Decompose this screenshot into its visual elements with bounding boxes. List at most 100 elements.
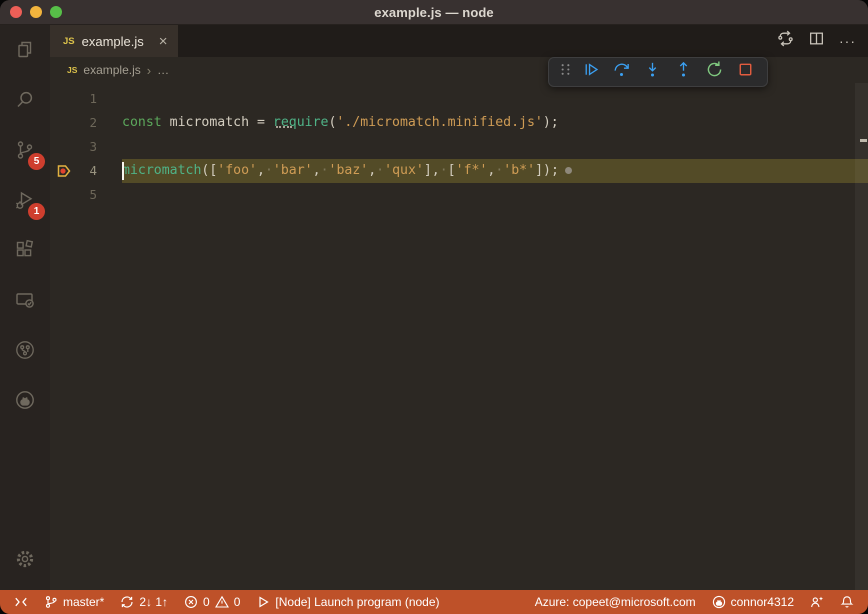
debug-toolbar (548, 57, 768, 87)
gear-icon (13, 547, 37, 571)
open-changes-button[interactable] (777, 30, 794, 52)
code-token: ], (424, 163, 440, 178)
more-actions-label: ··· (839, 33, 856, 49)
tab-example-js[interactable]: JS example.js × (50, 25, 178, 57)
zoom-button[interactable] (50, 6, 62, 18)
error-icon (184, 595, 198, 609)
minimize-button[interactable] (30, 6, 42, 18)
editor-actions: ··· (777, 25, 868, 57)
debug-step-out-button[interactable] (668, 59, 699, 85)
code-token: · (265, 163, 273, 178)
debug-stop-button[interactable] (730, 59, 761, 85)
activity-item-explorer[interactable] (0, 25, 50, 75)
breadcrumb-file[interactable]: example.js (83, 63, 140, 77)
code-token: 'qux' (384, 163, 424, 178)
breadcrumb-symbol[interactable]: … (157, 63, 169, 77)
step-out-icon (674, 60, 693, 84)
remote-explorer-icon (13, 288, 37, 312)
overview-ruler-scrollbar[interactable] (855, 83, 868, 590)
code-token: · (321, 163, 329, 178)
activity-bar-top: 51 (0, 25, 50, 425)
activity-item-github[interactable] (0, 375, 50, 425)
gutter-line-1[interactable]: 1 (50, 87, 122, 111)
code-token: [ (448, 163, 456, 178)
js-file-icon: JS (63, 36, 75, 47)
activity-item-extensions[interactable] (0, 225, 50, 275)
code-token: micromatch (162, 115, 257, 130)
restart-icon (705, 60, 724, 84)
status-git-branch[interactable]: master* (36, 590, 112, 614)
status-problems[interactable]: 00 (176, 590, 248, 614)
bell-icon (840, 595, 854, 609)
debug-step-over-button[interactable] (606, 59, 637, 85)
warning-icon (215, 595, 229, 609)
status-sync-changes-label: 2↓ 1↑ (139, 595, 168, 609)
code-line-content (122, 87, 868, 111)
search-icon (13, 88, 37, 112)
activity-item-source-control[interactable]: 5 (0, 125, 50, 175)
debug-drag-handle-button[interactable] (555, 59, 575, 85)
drag-handle-icon (556, 60, 575, 84)
open-changes-icon (777, 30, 794, 52)
code-token: const (122, 115, 162, 130)
gutter-line-2[interactable]: 2 (50, 111, 122, 135)
code-line-3[interactable]: 3 (50, 135, 868, 159)
code-token: · (440, 163, 448, 178)
js-file-icon: JS (67, 65, 77, 75)
close-tab-icon[interactable]: × (159, 34, 168, 49)
gutter-line-4[interactable]: 4 (50, 159, 122, 183)
pull-requests-icon (13, 338, 37, 362)
status-bar: master*2↓ 1↑00[Node] Launch program (nod… (0, 590, 868, 614)
code-editor[interactable]: 1 2 const micromatch = require('./micromat… (50, 83, 868, 590)
code-line-content: const micromatch = require('./micromatch… (122, 111, 868, 135)
code-line-4[interactable]: 4micromatch(['foo',·'bar',·'baz',·'qux']… (50, 159, 868, 183)
gutter-line-3[interactable]: 3 (50, 135, 122, 159)
split-editor-button[interactable] (808, 30, 825, 52)
title-bar[interactable]: example.js — node (0, 0, 868, 25)
line-number: 5 (89, 187, 97, 202)
status-sync-changes[interactable]: 2↓ 1↑ (112, 590, 176, 614)
status-remote-indicator[interactable] (6, 590, 36, 614)
debug-restart-button[interactable] (699, 59, 730, 85)
status-debug-launch-label: [Node] Launch program (node) (275, 595, 439, 609)
code-line-2[interactable]: 2 const micromatch = require('./micromatc… (50, 111, 868, 135)
status-azure-account[interactable]: Azure: copeet@microsoft.com (527, 590, 704, 614)
code-token (265, 115, 273, 130)
code-line-content (122, 183, 868, 207)
code-line-1[interactable]: 1 (50, 87, 868, 111)
activity-item-search[interactable] (0, 75, 50, 125)
activity-item-settings[interactable] (0, 534, 50, 584)
more-actions-button[interactable]: ··· (839, 33, 856, 49)
editor-lines: 1 2 const micromatch = require('./micromat… (50, 87, 868, 207)
sync-icon (120, 595, 134, 609)
code-token: · (376, 163, 384, 178)
activity-item-run-and-debug[interactable]: 1 (0, 175, 50, 225)
line-number: 3 (89, 139, 97, 154)
code-token: , (313, 163, 321, 178)
status-problems-label: 0 (234, 595, 241, 609)
activity-badge: 5 (28, 153, 45, 170)
code-line-5[interactable]: 5 (50, 183, 868, 207)
tab-bar: JS example.js × ··· (50, 25, 868, 57)
status-github-account[interactable]: connor4312 (704, 590, 802, 614)
activity-item-remote-explorer[interactable] (0, 275, 50, 325)
status-debug-launch[interactable]: [Node] Launch program (node) (248, 590, 447, 614)
status-github-account-label: connor4312 (731, 595, 794, 609)
status-problems-label: 0 (203, 595, 210, 609)
close-button[interactable] (10, 6, 22, 18)
stop-icon (736, 60, 755, 84)
status-notifications[interactable] (832, 590, 862, 614)
files-icon (13, 38, 37, 62)
code-token: 'bar' (273, 163, 313, 178)
line-number: 2 (89, 115, 97, 130)
status-feedback[interactable] (802, 590, 832, 614)
traffic-lights (10, 0, 62, 24)
code-token: micromatch (122, 163, 201, 178)
continue-icon (581, 60, 600, 84)
activity-item-pull-requests[interactable] (0, 325, 50, 375)
debug-continue-button[interactable] (575, 59, 606, 85)
github-small-icon (712, 595, 726, 609)
code-token: 'baz' (329, 163, 369, 178)
debug-step-into-button[interactable] (637, 59, 668, 85)
gutter-line-5[interactable]: 5 (50, 183, 122, 207)
